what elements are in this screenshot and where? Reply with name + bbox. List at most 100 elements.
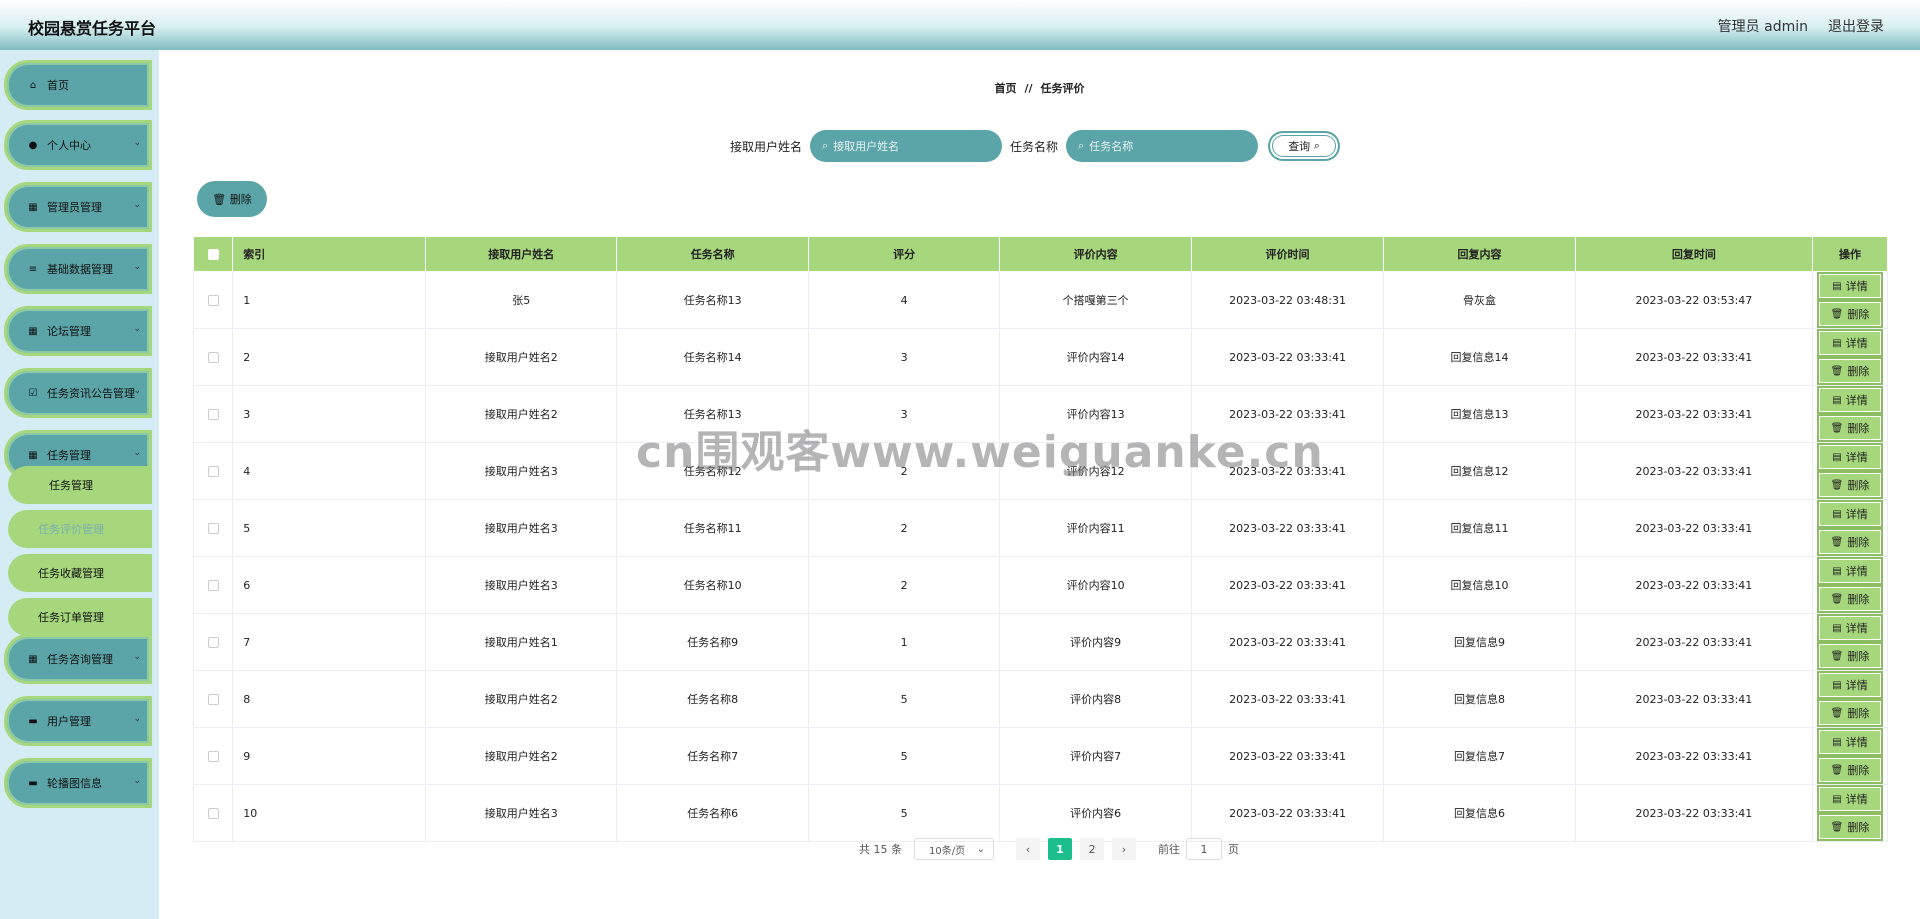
delete-button[interactable]: 🗑 删除 [1817,357,1883,385]
delete-label: 删除 [1847,593,1870,606]
page-number-button[interactable]: 2 [1080,838,1104,860]
detail-button[interactable]: ▤ 详情 [1817,329,1883,357]
sidebar-item-5[interactable]: ☑ 任务资讯公告管理 ⌄ [4,368,152,418]
table-cell: 任务名称9 [616,613,809,671]
detail-button[interactable]: ▤ 详情 [1817,272,1883,300]
row-checkbox[interactable] [207,580,219,591]
row-select-cell[interactable] [192,271,234,329]
delete-button[interactable]: 🗑 删除 [1817,756,1883,784]
prev-page-button[interactable]: ‹ [1016,838,1040,860]
sidebar-item-3[interactable]: ≡ 基础数据管理 ⌄ [4,244,152,294]
sidebar-item-4[interactable]: ▦ 论坛管理 ⌄ [4,306,152,356]
next-page-button[interactable]: › [1112,838,1136,860]
sidebar-item-0[interactable]: ⌂ 首页 [4,60,152,110]
table-cell: 7 [232,613,427,671]
table-cell: 10 [232,784,427,842]
batch-delete-button[interactable]: 🗑 删除 [197,181,267,217]
row-checkbox[interactable] [207,466,219,477]
row-select-cell[interactable] [192,556,234,614]
sidebar-item-2[interactable]: ▦ 管理员管理 ⌄ [4,182,152,232]
goto-page-input[interactable]: 1 [1186,838,1222,860]
row-select-cell[interactable] [192,727,234,785]
page-size-value: 10条/页 [929,845,966,857]
delete-button[interactable]: 🗑 删除 [1817,471,1883,499]
delete-button[interactable]: 🗑 删除 [1817,414,1883,442]
row-checkbox[interactable] [207,694,219,705]
sidebar-subitem-0[interactable]: 任务管理 [8,466,152,504]
search-icon: ⌕ [1078,139,1085,152]
delete-button[interactable]: 🗑 删除 [1817,585,1883,613]
row-select-cell[interactable] [192,385,234,443]
delete-button[interactable]: 🗑 删除 [1817,300,1883,328]
delete-button[interactable]: 🗑 删除 [1817,528,1883,556]
table-cell: 任务名称13 [616,385,809,443]
detail-button[interactable]: ▤ 详情 [1817,443,1883,471]
row-actions: ▤ 详情 🗑 删除 [1812,385,1888,443]
detail-button[interactable]: ▤ 详情 [1817,614,1883,642]
table-cell: 4 [232,442,427,500]
sidebar-item-7[interactable]: ▦ 任务咨询管理 ⌄ [4,634,152,684]
query-button[interactable]: 查询 ⌕ [1268,131,1341,161]
table-cell: 3 [808,385,1001,443]
chevron-down-icon: ⌄ [133,138,141,148]
sidebar-item-1[interactable]: ● 个人中心 ⌄ [4,120,152,170]
row-checkbox[interactable] [207,808,219,819]
row-checkbox[interactable] [207,295,219,306]
row-select-cell[interactable] [192,499,234,557]
detail-button[interactable]: ▤ 详情 [1817,557,1883,585]
batch-delete-label: 删除 [229,193,252,206]
row-select-cell[interactable] [192,442,234,500]
delete-button[interactable]: 🗑 删除 [1817,813,1883,841]
sidebar-item-8[interactable]: ▬ 用户管理 ⌄ [4,696,152,746]
sidebar-subitem-1[interactable]: 任务评价管理 [8,510,152,548]
document-icon: ▤ [1832,451,1842,463]
main-content: 首页 // 任务评价 接取用户姓名 ⌕ 接取用户姓名 任务名称 ⌕ 任务名称 查询 ⌕ … [159,50,1920,919]
table-cell: 接取用户姓名2 [425,727,618,785]
row-checkbox[interactable] [207,751,219,762]
sidebar-subitem-2[interactable]: 任务收藏管理 [8,554,152,592]
row-select-cell[interactable] [192,784,234,842]
table-cell: 6 [232,556,427,614]
task-name-input[interactable]: ⌕ 任务名称 [1066,130,1259,162]
detail-button[interactable]: ▤ 详情 [1817,671,1883,699]
delete-button[interactable]: 🗑 删除 [1817,699,1883,727]
table-row: 2 接取用户姓名2 任务名称14 3 评价内容14 2023-03-22 03:33:41… [192,328,1888,386]
detail-label: 详情 [1845,337,1868,350]
row-select-cell[interactable] [192,613,234,671]
monitor-icon: ▬ [28,715,38,727]
row-checkbox[interactable] [207,523,219,534]
row-actions: ▤ 详情 🗑 删除 [1812,499,1888,557]
detail-button[interactable]: ▤ 详情 [1817,386,1883,414]
select-all-checkbox[interactable] [207,249,219,260]
breadcrumb-home[interactable]: 首页 [994,82,1016,95]
sidebar-subitem-3[interactable]: 任务订单管理 [8,598,152,636]
row-select-cell[interactable] [192,328,234,386]
admin-user-label[interactable]: 管理员 admin [1718,16,1808,36]
search-bar: 接取用户姓名 ⌕ 接取用户姓名 任务名称 ⌕ 任务名称 查询 ⌕ [730,130,1341,162]
sidebar-item-label: 首页 [47,79,69,92]
row-select-cell[interactable] [192,670,234,728]
row-checkbox[interactable] [207,352,219,363]
table-cell: 2023-03-22 03:33:41 [1575,499,1814,557]
select-all-cell[interactable] [192,236,234,272]
user-name-placeholder: 接取用户姓名 [833,140,900,153]
row-checkbox[interactable] [207,637,219,648]
detail-button[interactable]: ▤ 详情 [1817,728,1883,756]
row-checkbox[interactable] [207,409,219,420]
table-cell: 2023-03-22 03:33:41 [1191,784,1385,842]
user-name-input[interactable]: ⌕ 接取用户姓名 [810,130,1003,162]
row-actions: ▤ 详情 🗑 删除 [1812,613,1888,671]
detail-button[interactable]: ▤ 详情 [1817,785,1883,813]
logout-link[interactable]: 退出登录 [1828,16,1884,36]
page-size-select[interactable]: 10条/页 ⌄ [914,838,994,860]
table-cell: 5 [808,670,1001,728]
detail-button[interactable]: ▤ 详情 [1817,500,1883,528]
delete-button[interactable]: 🗑 删除 [1817,642,1883,670]
query-label: 查询 [1288,140,1311,153]
goto-page: 前往 1 页 [1158,838,1239,860]
sidebar-item-9[interactable]: ▬ 轮播图信息 ⌄ [4,758,152,808]
table-cell: 回复信息11 [1383,499,1576,557]
table-cell: 张5 [425,271,618,329]
chevron-left-icon: ‹ [1025,842,1031,856]
page-number-button[interactable]: 1 [1048,838,1072,860]
